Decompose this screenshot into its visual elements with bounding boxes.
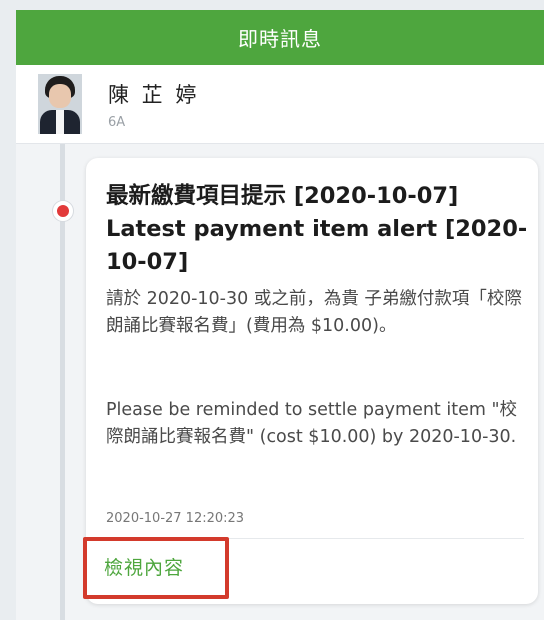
app-screen: 即時訊息 陳 芷 婷 6A 最新繳費項目提示 [2020-10-07] Late… — [16, 10, 544, 620]
message-body-english: Please be reminded to settle payment ite… — [106, 400, 518, 447]
top-bar: 即時訊息 — [16, 10, 544, 65]
student-class: 6A — [108, 114, 126, 130]
avatar — [38, 74, 82, 134]
student-profile[interactable]: 陳 芷 婷 6A — [16, 65, 544, 144]
page-title: 即時訊息 — [238, 27, 322, 51]
message-timestamp: 2020-10-27 12:20:23 — [106, 511, 245, 526]
profile-text: 陳 芷 婷 6A — [108, 79, 199, 130]
unread-dot-icon — [53, 201, 73, 221]
highlight-annotation — [83, 537, 229, 599]
message-body-chinese: 請於 2020-10-30 或之前，為貴 子弟繳付款項「校際朗誦比賽報名費」(費… — [106, 289, 522, 336]
message-title: 最新繳費項目提示 [2020-10-07] Latest payment ite… — [106, 183, 528, 275]
student-name: 陳 芷 婷 — [108, 82, 200, 107]
